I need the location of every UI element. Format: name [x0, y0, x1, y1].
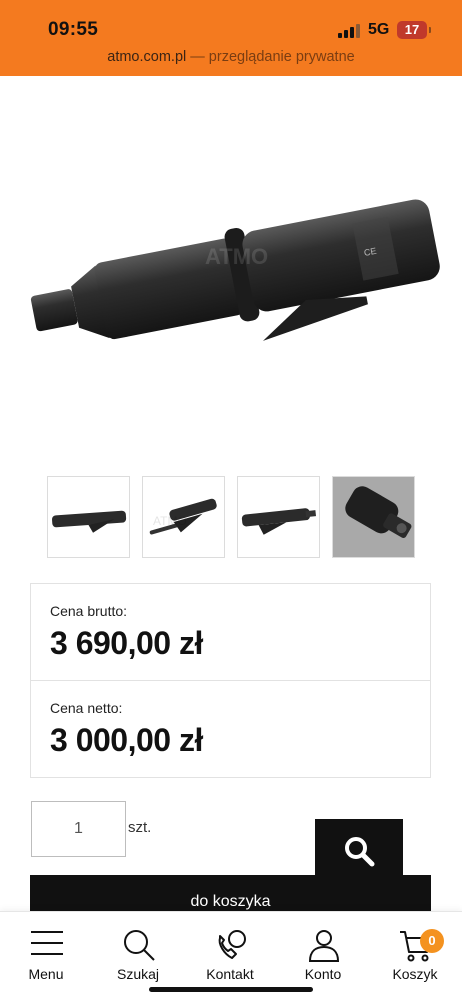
nav-search[interactable]: Szukaj [98, 912, 178, 999]
nav-cart-label: Koszyk [392, 966, 438, 982]
svg-text:ATMO: ATMO [153, 514, 187, 528]
quantity-input[interactable] [31, 801, 126, 857]
net-price-label: Cena netto: [50, 700, 123, 716]
nav-contact-label: Kontakt [206, 966, 254, 982]
gross-price-label: Cena brutto: [50, 603, 128, 619]
thumbnail-4[interactable] [332, 476, 415, 558]
thumbnail-strip: ATMO [47, 476, 415, 558]
nav-search-label: Szukaj [116, 966, 160, 982]
nav-menu-label: Menu [28, 966, 64, 982]
page: 09:55 5G 17 atmo.com.pl — przeglądanie p… [0, 0, 462, 999]
quantity-unit: szt. [128, 819, 152, 836]
thumbnail-2[interactable]: ATMO [142, 476, 225, 558]
network-type: 5G [368, 21, 390, 38]
net-price-value: 3 000,00 zł [50, 722, 203, 758]
menu-icon [31, 931, 63, 955]
address-bar[interactable]: atmo.com.pl — przeglądanie prywatne [0, 49, 462, 65]
net-price-card: Cena netto: 3 000,00 zł [30, 680, 431, 778]
gross-price-value: 3 690,00 zł [50, 625, 203, 661]
user-icon [308, 930, 340, 962]
url-domain: atmo.com.pl [107, 49, 187, 65]
signal-icon [338, 24, 360, 38]
product-main-image[interactable]: CE ATMO [0, 76, 462, 466]
thumbnail-3[interactable] [237, 476, 320, 558]
gross-price-card: Cena brutto: 3 690,00 zł [30, 583, 431, 681]
status-time: 09:55 [48, 19, 99, 40]
nav-account-label: Konto [304, 966, 342, 982]
thumbnail-1[interactable] [47, 476, 130, 558]
nav-account[interactable]: Konto [283, 912, 363, 999]
browser-top-bar: 09:55 5G 17 atmo.com.pl — przeglądanie p… [0, 0, 462, 76]
cart-count-badge: 0 [420, 929, 444, 953]
private-browsing-label: — przeglądanie prywatne [186, 49, 355, 65]
nav-cart[interactable]: Koszyk [375, 912, 455, 999]
nav-menu[interactable]: Menu [6, 912, 86, 999]
floating-search-button[interactable] [315, 819, 403, 887]
watermark-text: ATMO [205, 244, 268, 269]
nav-contact[interactable]: Kontakt [190, 912, 270, 999]
search-icon [124, 930, 155, 961]
bottom-navigation: Menu Szukaj Kontakt Konto Koszyk [0, 911, 462, 999]
battery-icon: 17 [397, 21, 431, 39]
search-icon [345, 837, 375, 867]
pneumatic-tool-image: CE ATMO [30, 199, 440, 341]
home-indicator [149, 987, 313, 992]
phone-chat-icon [218, 930, 246, 959]
